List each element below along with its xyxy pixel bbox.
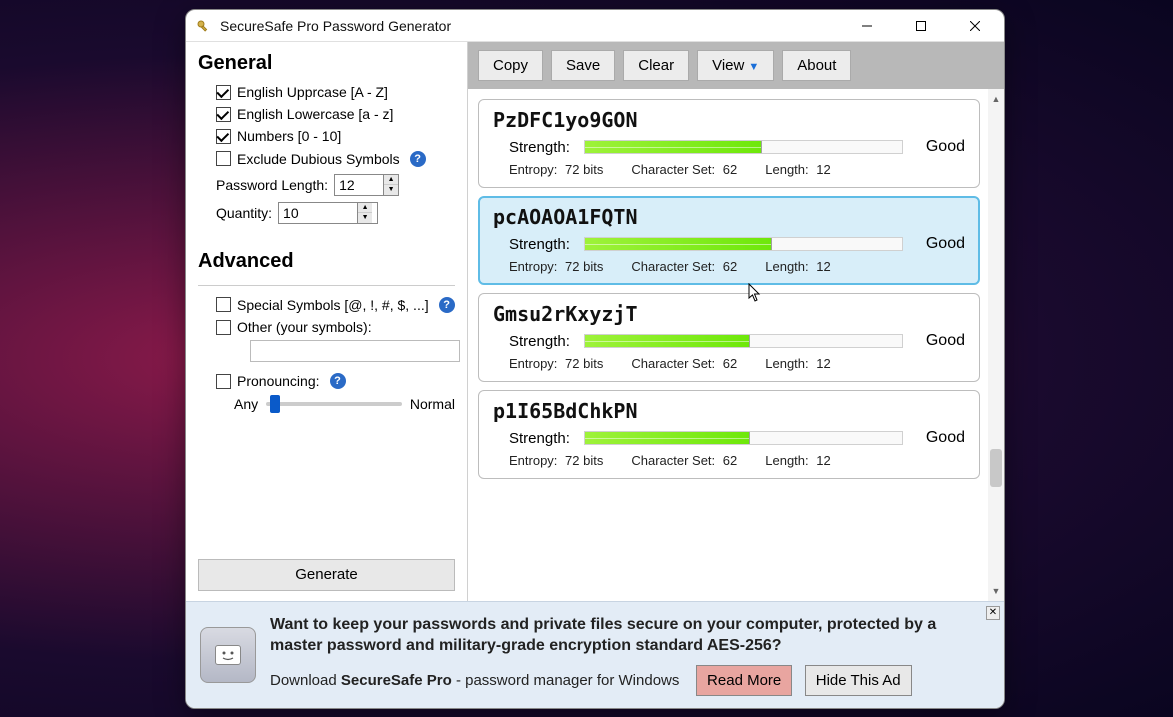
other-symbols-input[interactable] [250, 340, 460, 362]
hide-ad-button[interactable]: Hide This Ad [805, 665, 912, 696]
strength-label: Strength: [509, 430, 570, 447]
other-label: Other (your symbols): [237, 318, 372, 336]
pronouncing-slider[interactable] [266, 402, 402, 406]
password-card[interactable]: pcAOAOA1FQTN Strength: Good Entropy: 72 bit… [478, 196, 980, 285]
password-text: pcAOAOA1FQTN [493, 205, 965, 229]
special-checkbox[interactable] [216, 297, 231, 312]
scrollbar[interactable]: ▲ ▼ [988, 89, 1004, 601]
password-text: PzDFC1yo9GON [493, 108, 965, 132]
strength-value: Good [917, 429, 965, 447]
settings-pane: General English Upprcase [A - Z] English… [186, 42, 468, 601]
pronouncing-help-icon[interactable]: ? [330, 373, 346, 389]
maximize-button[interactable] [898, 12, 944, 40]
strength-value: Good [917, 235, 965, 253]
pronouncing-checkbox[interactable] [216, 374, 231, 389]
password-length-input[interactable]: ▲▼ [334, 174, 399, 196]
dubious-checkbox[interactable] [216, 151, 231, 166]
close-button[interactable] [952, 12, 998, 40]
minimize-button[interactable] [844, 12, 890, 40]
password-list: PzDFC1yo9GON Strength: Good Entropy: 72 bit… [468, 89, 988, 601]
qty-up[interactable]: ▲ [358, 203, 372, 213]
scroll-down-icon[interactable]: ▼ [988, 583, 1004, 599]
password-meta: Entropy: 72 bitsCharacter Set: 62Length:… [493, 259, 965, 274]
results-pane: Copy Save Clear View▼ About PzDFC1yo9GON… [468, 42, 1004, 601]
password-meta: Entropy: 72 bitsCharacter Set: 62Length:… [493, 162, 965, 177]
ad-panel: ✕ Want to keep your passwords and privat… [186, 601, 1004, 708]
password-meta: Entropy: 72 bitsCharacter Set: 62Length:… [493, 356, 965, 371]
password-card[interactable]: PzDFC1yo9GON Strength: Good Entropy: 72 bit… [478, 99, 980, 188]
numbers-checkbox[interactable] [216, 129, 231, 144]
scroll-up-icon[interactable]: ▲ [988, 91, 1004, 107]
toolbar: Copy Save Clear View▼ About [468, 42, 1004, 89]
length-down[interactable]: ▼ [384, 185, 398, 195]
special-label: Special Symbols [@, !, #, $, ...] [237, 296, 429, 314]
scroll-thumb[interactable] [990, 449, 1002, 487]
general-heading: General [198, 52, 455, 75]
about-button[interactable]: About [782, 50, 851, 81]
special-help-icon[interactable]: ? [439, 297, 455, 313]
length-up[interactable]: ▲ [384, 175, 398, 185]
clear-button[interactable]: Clear [623, 50, 689, 81]
qty-down[interactable]: ▼ [358, 213, 372, 223]
quantity-input[interactable]: ▲▼ [278, 202, 378, 224]
lowercase-checkbox[interactable] [216, 107, 231, 122]
advanced-heading: Advanced [198, 250, 455, 273]
lowercase-label: English Lowercase [a - z] [237, 105, 393, 123]
titlebar: SecureSafe Pro Password Generator [186, 10, 1004, 42]
strength-value: Good [917, 332, 965, 350]
app-window: SecureSafe Pro Password Generator Genera… [185, 9, 1005, 709]
view-button[interactable]: View▼ [697, 50, 774, 81]
strength-bar [584, 431, 903, 445]
strength-bar [584, 140, 903, 154]
password-text: Gmsu2rKxyzjT [493, 302, 965, 326]
copy-button[interactable]: Copy [478, 50, 543, 81]
dubious-help-icon[interactable]: ? [410, 151, 426, 167]
window-title: SecureSafe Pro Password Generator [220, 18, 836, 34]
slider-right-label: Normal [410, 396, 455, 412]
app-icon [196, 18, 212, 34]
strength-bar [584, 237, 903, 251]
strength-label: Strength: [509, 333, 570, 350]
uppercase-label: English Upprcase [A - Z] [237, 83, 388, 101]
strength-value: Good [917, 138, 965, 156]
numbers-label: Numbers [0 - 10] [237, 127, 341, 145]
dropdown-caret-icon: ▼ [748, 61, 759, 73]
strength-label: Strength: [509, 139, 570, 156]
password-card[interactable]: p1I65BdChkPN Strength: Good Entropy: 72 bit… [478, 390, 980, 479]
quantity-label: Quantity: [216, 205, 272, 221]
other-checkbox[interactable] [216, 320, 231, 335]
password-card[interactable]: Gmsu2rKxyzjT Strength: Good Entropy: 72 bit… [478, 293, 980, 382]
uppercase-checkbox[interactable] [216, 85, 231, 100]
ad-close-button[interactable]: ✕ [986, 606, 1000, 620]
pronouncing-label: Pronouncing: [237, 372, 320, 390]
password-text: p1I65BdChkPN [493, 399, 965, 423]
password-meta: Entropy: 72 bitsCharacter Set: 62Length:… [493, 453, 965, 468]
dubious-label: Exclude Dubious Symbols [237, 150, 400, 168]
read-more-button[interactable]: Read More [696, 665, 792, 696]
slider-left-label: Any [234, 396, 258, 412]
strength-bar [584, 334, 903, 348]
ad-text: Want to keep your passwords and private … [270, 614, 990, 696]
save-button[interactable]: Save [551, 50, 615, 81]
generate-button[interactable]: Generate [198, 559, 455, 591]
password-length-label: Password Length: [216, 177, 328, 193]
strength-label: Strength: [509, 236, 570, 253]
safe-icon [200, 627, 256, 683]
